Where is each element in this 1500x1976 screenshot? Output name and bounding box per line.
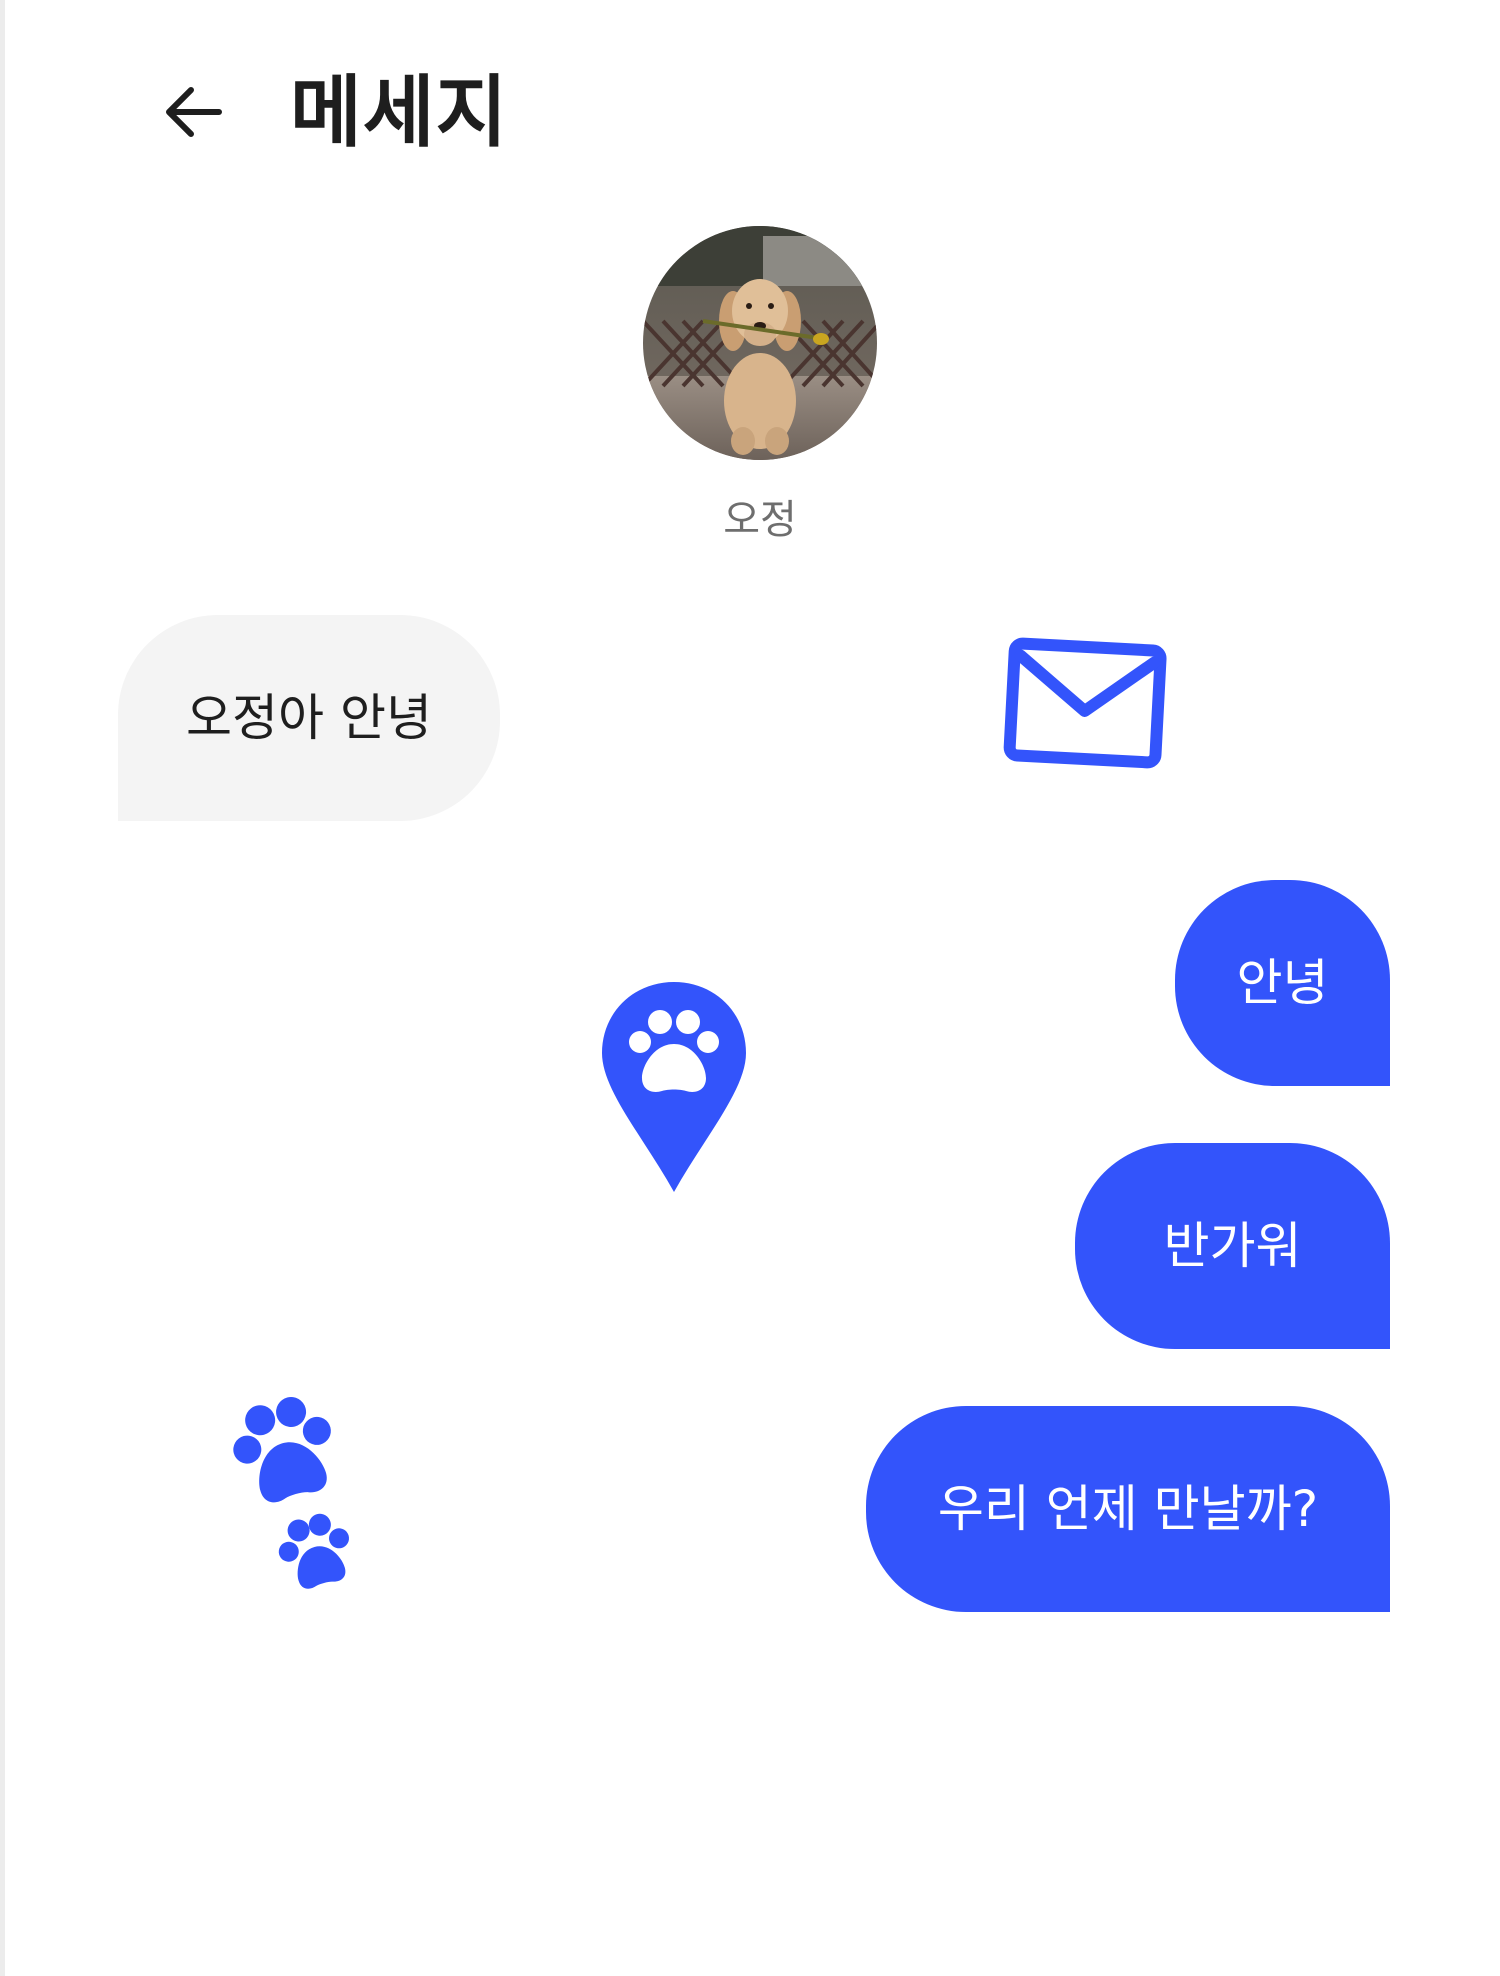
back-button[interactable]: [152, 72, 232, 152]
paw-location-pin-icon: [602, 982, 746, 1192]
message-text: 오정아 안녕: [186, 689, 432, 747]
envelope-icon: [1003, 637, 1167, 769]
message-bubble-received[interactable]: 오정아 안녕: [118, 615, 500, 821]
contact-name: 오정: [723, 497, 797, 543]
message-bubble-sent[interactable]: 우리 언제 만날까?: [866, 1406, 1390, 1612]
arrow-left-icon: [166, 87, 222, 137]
avatar[interactable]: [643, 226, 877, 460]
message-bubble-sent[interactable]: 안녕: [1175, 880, 1390, 1086]
message-text: 반가워: [1163, 1217, 1302, 1275]
message-text: 우리 언제 만날까?: [937, 1480, 1319, 1538]
dog-photo: [643, 226, 877, 460]
window-edge: [0, 0, 5, 1976]
message-text: 안녕: [1236, 954, 1329, 1012]
page-title: 메세지: [290, 68, 509, 158]
message-bubble-sent[interactable]: 반가워: [1075, 1143, 1390, 1349]
paw-prints-icon: [233, 1396, 350, 1589]
